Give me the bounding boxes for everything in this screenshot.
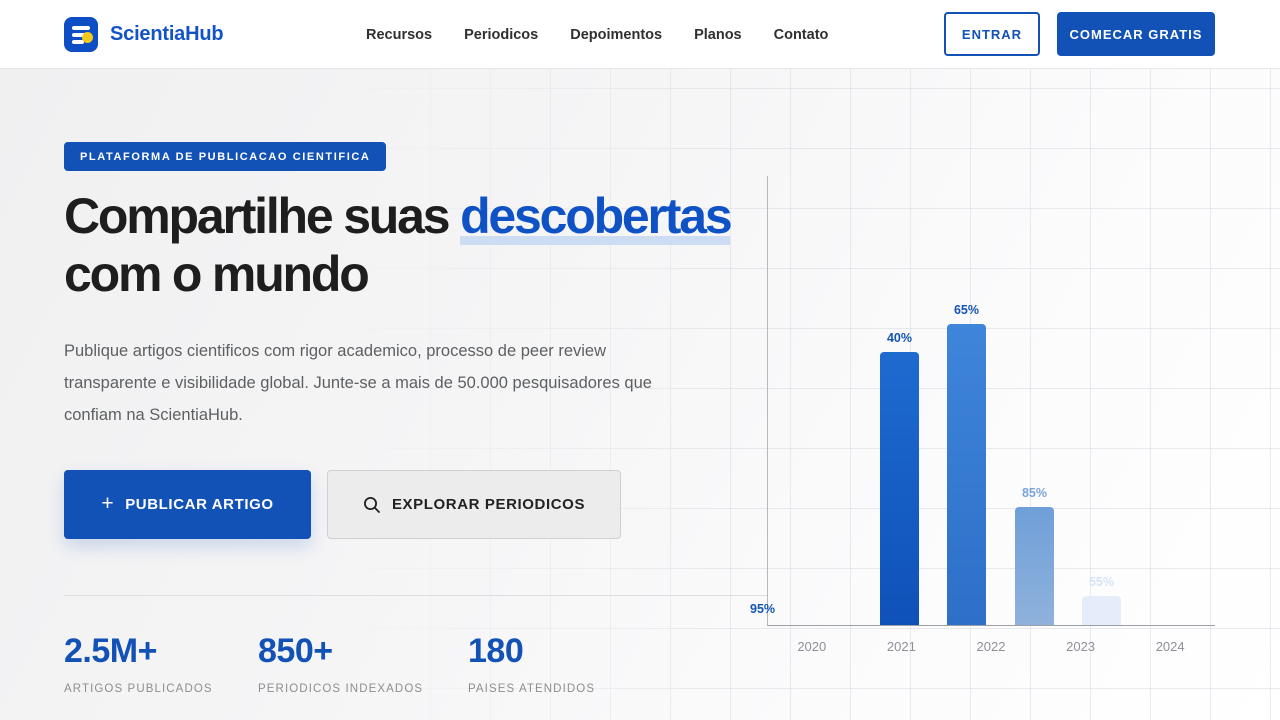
stat-item: 180 PAISES ATENDIDOS: [468, 632, 595, 695]
stats-divider: [64, 595, 767, 596]
x-axis-tick-2021: 2021: [857, 639, 947, 654]
stat-label: PAISES ATENDIDOS: [468, 683, 595, 695]
x-axis-tick-2023: 2023: [1036, 639, 1126, 654]
chart-bar-2022: [947, 324, 986, 625]
signup-button[interactable]: COMECAR GRATIS: [1057, 12, 1215, 56]
stat-value: 850+: [258, 632, 468, 671]
main-nav: Recursos Periodicos Depoimentos Planos Conta…: [366, 0, 828, 69]
chart-bar-2023: [1015, 507, 1054, 625]
brand[interactable]: ScientiaHub: [64, 17, 223, 52]
chart-bar-2021: [880, 352, 919, 625]
stat-label: PERIODICOS INDEXADOS: [258, 683, 468, 695]
x-axis-tick-2020: 2020: [767, 639, 857, 654]
header: ScientiaHub Recursos Periodicos Depoimento…: [0, 0, 1280, 69]
plus-icon: +: [101, 493, 114, 514]
nav-item-contato[interactable]: Contato: [774, 27, 829, 43]
nav-item-depoimentos[interactable]: Depoimentos: [570, 27, 662, 43]
stat-value: 2.5M+: [64, 632, 258, 671]
cta-row: + PUBLICAR ARTIGO EXPLORAR PERIODICOS: [64, 470, 621, 539]
stat-item: 850+ PERIODICOS INDEXADOS: [258, 632, 468, 695]
explore-journals-button[interactable]: EXPLORAR PERIODICOS: [327, 470, 621, 539]
scientiahub-logo-icon: [64, 17, 98, 52]
nav-item-planos[interactable]: Planos: [694, 27, 742, 43]
heading-text: Compartilhe suas: [64, 188, 460, 244]
brand-name: ScientiaHub: [110, 23, 223, 46]
chart-bar-label: 40%: [887, 331, 912, 345]
x-axis-tick-2022: 2022: [946, 639, 1036, 654]
explore-journals-label: EXPLORAR PERIODICOS: [392, 496, 585, 513]
nav-item-recursos[interactable]: Recursos: [366, 27, 432, 43]
login-button[interactable]: ENTRAR: [944, 12, 1040, 56]
chart-bar-label: 55%: [1089, 575, 1114, 589]
hero-heading: Compartilhe suas descobertas com o mundo: [64, 187, 730, 303]
chart-bar-label: 65%: [954, 303, 979, 317]
hero-paragraph: Publique artigos cientificos com rigor a…: [64, 335, 679, 431]
hero-badge: PLATAFORMA DE PUBLICACAO CIENTIFICA: [64, 142, 386, 171]
publication-bar-chart: 95%40%65%85%55%: [767, 176, 1215, 626]
stat-item: 2.5M+ ARTIGOS PUBLICADOS: [64, 632, 258, 695]
publish-article-button[interactable]: + PUBLICAR ARTIGO: [64, 470, 311, 539]
chart-bar-label: 85%: [1022, 486, 1047, 500]
chart-x-axis: 20202021202220232024: [767, 639, 1215, 654]
landing-page: ScientiaHub Recursos Periodicos Depoimento…: [0, 0, 1280, 720]
x-axis-tick-2024: 2024: [1125, 639, 1215, 654]
stats-row: 2.5M+ ARTIGOS PUBLICADOS850+ PERIODICOS IN…: [64, 632, 595, 695]
heading-line2: com o mundo: [64, 246, 368, 302]
heading-highlight: descobertas: [460, 188, 730, 248]
chart-bar-2024: [1082, 596, 1121, 625]
search-icon: [363, 496, 381, 514]
stat-label: ARTIGOS PUBLICADOS: [64, 683, 258, 695]
chart-origin-label: 95%: [750, 602, 775, 616]
logo-yellow-dot: [82, 32, 93, 43]
publish-article-label: PUBLICAR ARTIGO: [125, 496, 273, 513]
nav-item-periodicos[interactable]: Periodicos: [464, 27, 538, 43]
hero-section: PLATAFORMA DE PUBLICACAO CIENTIFICA Comp…: [0, 69, 1280, 720]
stat-value: 180: [468, 632, 595, 671]
header-actions: ENTRAR COMECAR GRATIS: [944, 12, 1215, 56]
